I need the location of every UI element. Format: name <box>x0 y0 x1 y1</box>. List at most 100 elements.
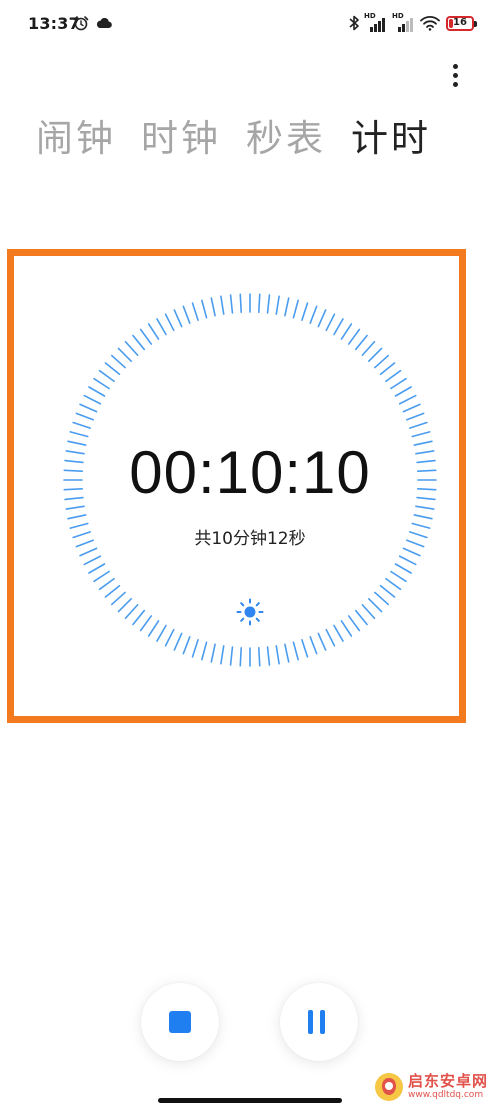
dial-tick <box>229 294 234 314</box>
dial-tick <box>284 643 290 663</box>
dial-tick <box>394 386 412 397</box>
dial-tick <box>347 615 361 632</box>
dial-tick <box>191 302 199 322</box>
dial-tick <box>317 632 327 651</box>
dial-tick <box>374 354 390 369</box>
dial-tick <box>139 615 153 632</box>
dial-tick <box>173 632 183 651</box>
dial-tick <box>117 347 133 363</box>
tab-alarm[interactable]: 闹钟 <box>36 114 116 164</box>
dial-tick <box>147 620 160 637</box>
dial-tick <box>275 295 280 315</box>
dial-tick <box>284 297 290 317</box>
dial-tick <box>104 362 121 376</box>
home-indicator[interactable] <box>158 1098 342 1103</box>
dial-tick <box>201 641 208 661</box>
dial-tick <box>117 597 133 613</box>
dial-tick <box>98 577 115 591</box>
dial-tick <box>156 624 167 642</box>
dial-tick <box>79 403 98 413</box>
dial-tick <box>173 309 183 328</box>
tab-clock[interactable]: 时钟 <box>141 114 221 164</box>
dial-tick <box>367 347 383 363</box>
dial-tick <box>275 645 280 665</box>
pause-button[interactable] <box>280 983 358 1061</box>
wifi-icon <box>420 16 440 31</box>
more-menu-button[interactable] <box>443 60 467 90</box>
dial-tick <box>110 591 126 606</box>
dial-tick <box>347 328 361 345</box>
dial-tick <box>402 403 421 413</box>
watermark: 启东安卓网 www.qdltdq.com <box>373 1071 488 1103</box>
more-dot-icon <box>452 81 458 87</box>
dial-tick <box>367 597 383 613</box>
dial-tick <box>147 323 160 340</box>
dial-tick <box>340 323 353 340</box>
dial-tick <box>83 555 102 566</box>
dial-tick <box>98 369 115 383</box>
stop-button[interactable] <box>141 983 219 1061</box>
dial-tick <box>156 318 167 336</box>
battery-icon: 16 <box>446 15 477 31</box>
cloud-icon <box>96 17 112 29</box>
more-dot-icon <box>452 72 458 78</box>
watermark-logo-icon <box>375 1073 403 1101</box>
dial-tick <box>75 412 94 421</box>
dial-tick <box>220 295 225 315</box>
dial-tick <box>110 354 126 369</box>
dial-tick <box>210 297 216 317</box>
dial-tick <box>292 641 299 661</box>
dial-tick <box>301 638 309 658</box>
dial-tick <box>390 570 407 583</box>
dial-tick <box>124 604 139 620</box>
dial-tick <box>93 570 110 583</box>
dial-tick <box>67 514 87 520</box>
tab-stopwatch[interactable]: 秒表 <box>246 114 326 164</box>
dial-tick <box>333 624 344 642</box>
tab-timer[interactable]: 计时 <box>351 114 431 164</box>
dial-tick <box>309 636 318 655</box>
dial-tick <box>385 577 402 591</box>
dial-tick <box>164 313 175 332</box>
dial-tick <box>325 313 336 332</box>
dial-tick <box>124 340 139 356</box>
dial-tick <box>239 293 243 314</box>
bluetooth-icon <box>349 15 359 31</box>
pause-icon <box>308 1010 325 1034</box>
dial-tick <box>164 628 175 647</box>
battery-level: 16 <box>453 16 467 28</box>
tab-bar: 闹钟 时钟 秒表 计时 <box>36 114 431 164</box>
dial-tick <box>182 305 191 324</box>
dial-tick <box>354 334 368 351</box>
dial-tick <box>201 299 208 319</box>
timer-time: 00:10:10 <box>129 439 371 506</box>
dial-tick <box>257 646 261 667</box>
dial-tick <box>88 563 106 574</box>
dial-tick <box>210 643 216 663</box>
timer-total: 共10分钟12秒 <box>194 529 306 549</box>
dial-tick <box>379 584 396 598</box>
dial-tick <box>88 386 106 397</box>
dial-tick <box>132 609 146 626</box>
dial-tick <box>266 294 271 314</box>
dial-tick <box>309 305 318 324</box>
dial-tick <box>374 591 390 606</box>
status-bar: 13:37 HD HD 16 <box>0 0 500 50</box>
dial-tick <box>191 638 199 658</box>
dial-tick <box>402 547 421 557</box>
hd-signal-icon: HD <box>364 12 388 32</box>
dial-tick <box>354 609 368 626</box>
dial-tick <box>301 302 309 322</box>
dial-tick <box>361 340 376 356</box>
dial-tick <box>379 362 396 376</box>
dial-tick <box>182 636 191 655</box>
brightness-icon[interactable] <box>235 597 265 627</box>
dial-tick <box>220 645 225 665</box>
dial-tick <box>333 318 344 336</box>
dial-tick <box>292 299 299 319</box>
dial-tick <box>413 514 433 520</box>
dial-tick <box>398 555 417 566</box>
dial-tick <box>394 563 412 574</box>
dial-tick <box>257 293 261 314</box>
dial-tick <box>93 377 110 390</box>
